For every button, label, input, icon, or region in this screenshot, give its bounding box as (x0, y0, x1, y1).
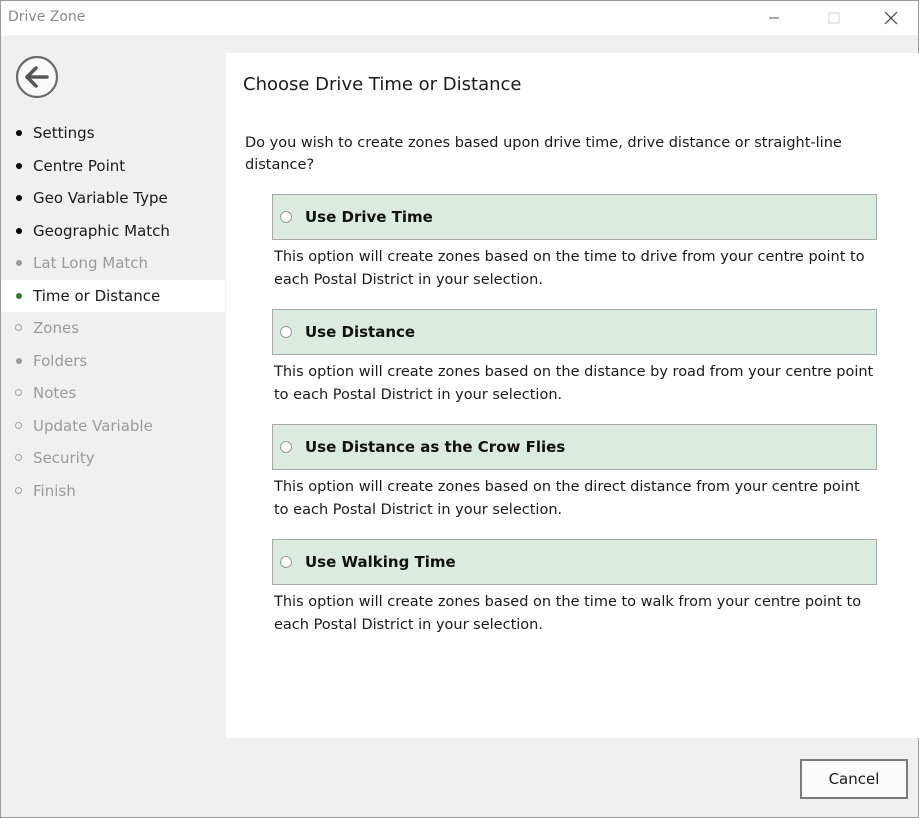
option-label: Use Walking Time (305, 553, 456, 571)
nav-item-label: Notes (33, 384, 77, 403)
nav-item-centre-point[interactable]: Centre Point (1, 150, 225, 183)
nav-item-settings[interactable]: Settings (1, 117, 225, 150)
nav-item-label: Update Variable (33, 416, 153, 435)
minimize-icon (769, 17, 779, 19)
step-done-bullet (15, 227, 23, 235)
step-done-bullet (15, 162, 23, 170)
option-description: This option will create zones based on t… (274, 594, 862, 633)
page-title: Choose Drive Time or Distance (243, 74, 522, 95)
nav-item-label: Settings (33, 124, 95, 143)
option-use-walking-time[interactable]: Use Walking Time (272, 539, 877, 585)
nav-item-label: Geo Variable Type (33, 189, 168, 208)
nav-item-label: Zones (33, 319, 80, 338)
option-description: This option will create zones based on t… (274, 364, 874, 403)
option-use-distance-crow-flies[interactable]: Use Distance as the Crow Flies (272, 424, 877, 470)
nav-item-security: Security (1, 442, 225, 475)
nav-item-label: Lat Long Match (33, 254, 149, 273)
nav-item-label: Centre Point (33, 156, 126, 175)
step-done-bullet (15, 194, 23, 202)
nav-item-notes: Notes (1, 377, 225, 410)
nav-item-label: Time or Distance (33, 286, 161, 305)
close-icon (884, 11, 898, 25)
minimize-button[interactable] (751, 1, 797, 35)
nav-item-geographic-match[interactable]: Geographic Match (1, 215, 225, 248)
radio-button[interactable] (280, 556, 292, 568)
nav-item-finish: Finish (1, 475, 225, 508)
nav-item-update-variable: Update Variable (1, 410, 225, 443)
title-bar: Drive Zone (1, 1, 918, 35)
radio-button[interactable] (280, 326, 292, 338)
step-pending-bullet (15, 324, 23, 332)
radio-button[interactable] (280, 211, 292, 223)
question-text: Do you wish to create zones based upon d… (245, 135, 842, 173)
nav-item-geo-variable-type[interactable]: Geo Variable Type (1, 182, 225, 215)
back-button[interactable] (15, 55, 59, 99)
option-description: This option will create zones based on t… (274, 479, 860, 518)
option-description: This option will create zones based on t… (274, 249, 865, 288)
option-use-distance[interactable]: Use Distance (272, 309, 877, 355)
step-pending-bullet (15, 486, 23, 495)
radio-button[interactable] (280, 441, 292, 453)
nav-item-label: Security (33, 449, 95, 468)
step-current-bullet (15, 292, 23, 300)
nav-item-label: Geographic Match (33, 221, 170, 240)
arrow-left-circle-icon (15, 55, 59, 99)
wizard-step-nav: Settings Centre Point Geo Variable Type … (1, 117, 225, 507)
step-skipped-bullet (15, 259, 23, 267)
close-button[interactable] (868, 1, 914, 35)
maximize-button[interactable] (811, 1, 857, 35)
step-done-bullet (15, 129, 23, 137)
nav-item-label: Finish (33, 481, 76, 500)
nav-item-folders: Folders (1, 345, 225, 378)
nav-item-lat-long-match: Lat Long Match (1, 247, 225, 280)
step-pending-bullet (15, 389, 23, 397)
cancel-button[interactable]: Cancel (800, 759, 908, 799)
step-pending-bullet (15, 421, 23, 430)
maximize-icon (828, 12, 840, 24)
wizard-content-panel: Choose Drive Time or Distance Do you wis… (226, 53, 919, 738)
option-label: Use Drive Time (305, 208, 433, 226)
option-label: Use Distance as the Crow Flies (305, 438, 566, 456)
nav-item-label: Folders (33, 351, 88, 370)
nav-item-zones: Zones (1, 312, 225, 345)
option-label: Use Distance (305, 323, 416, 341)
step-skipped-bullet (15, 357, 23, 365)
drive-zone-window: Drive Zone Settings Centre Point Geo Var (0, 0, 919, 818)
nav-item-time-or-distance[interactable]: Time or Distance (1, 279, 225, 312)
option-use-drive-time[interactable]: Use Drive Time (272, 194, 877, 240)
step-pending-bullet (15, 454, 23, 462)
window-title: Drive Zone (8, 9, 86, 25)
